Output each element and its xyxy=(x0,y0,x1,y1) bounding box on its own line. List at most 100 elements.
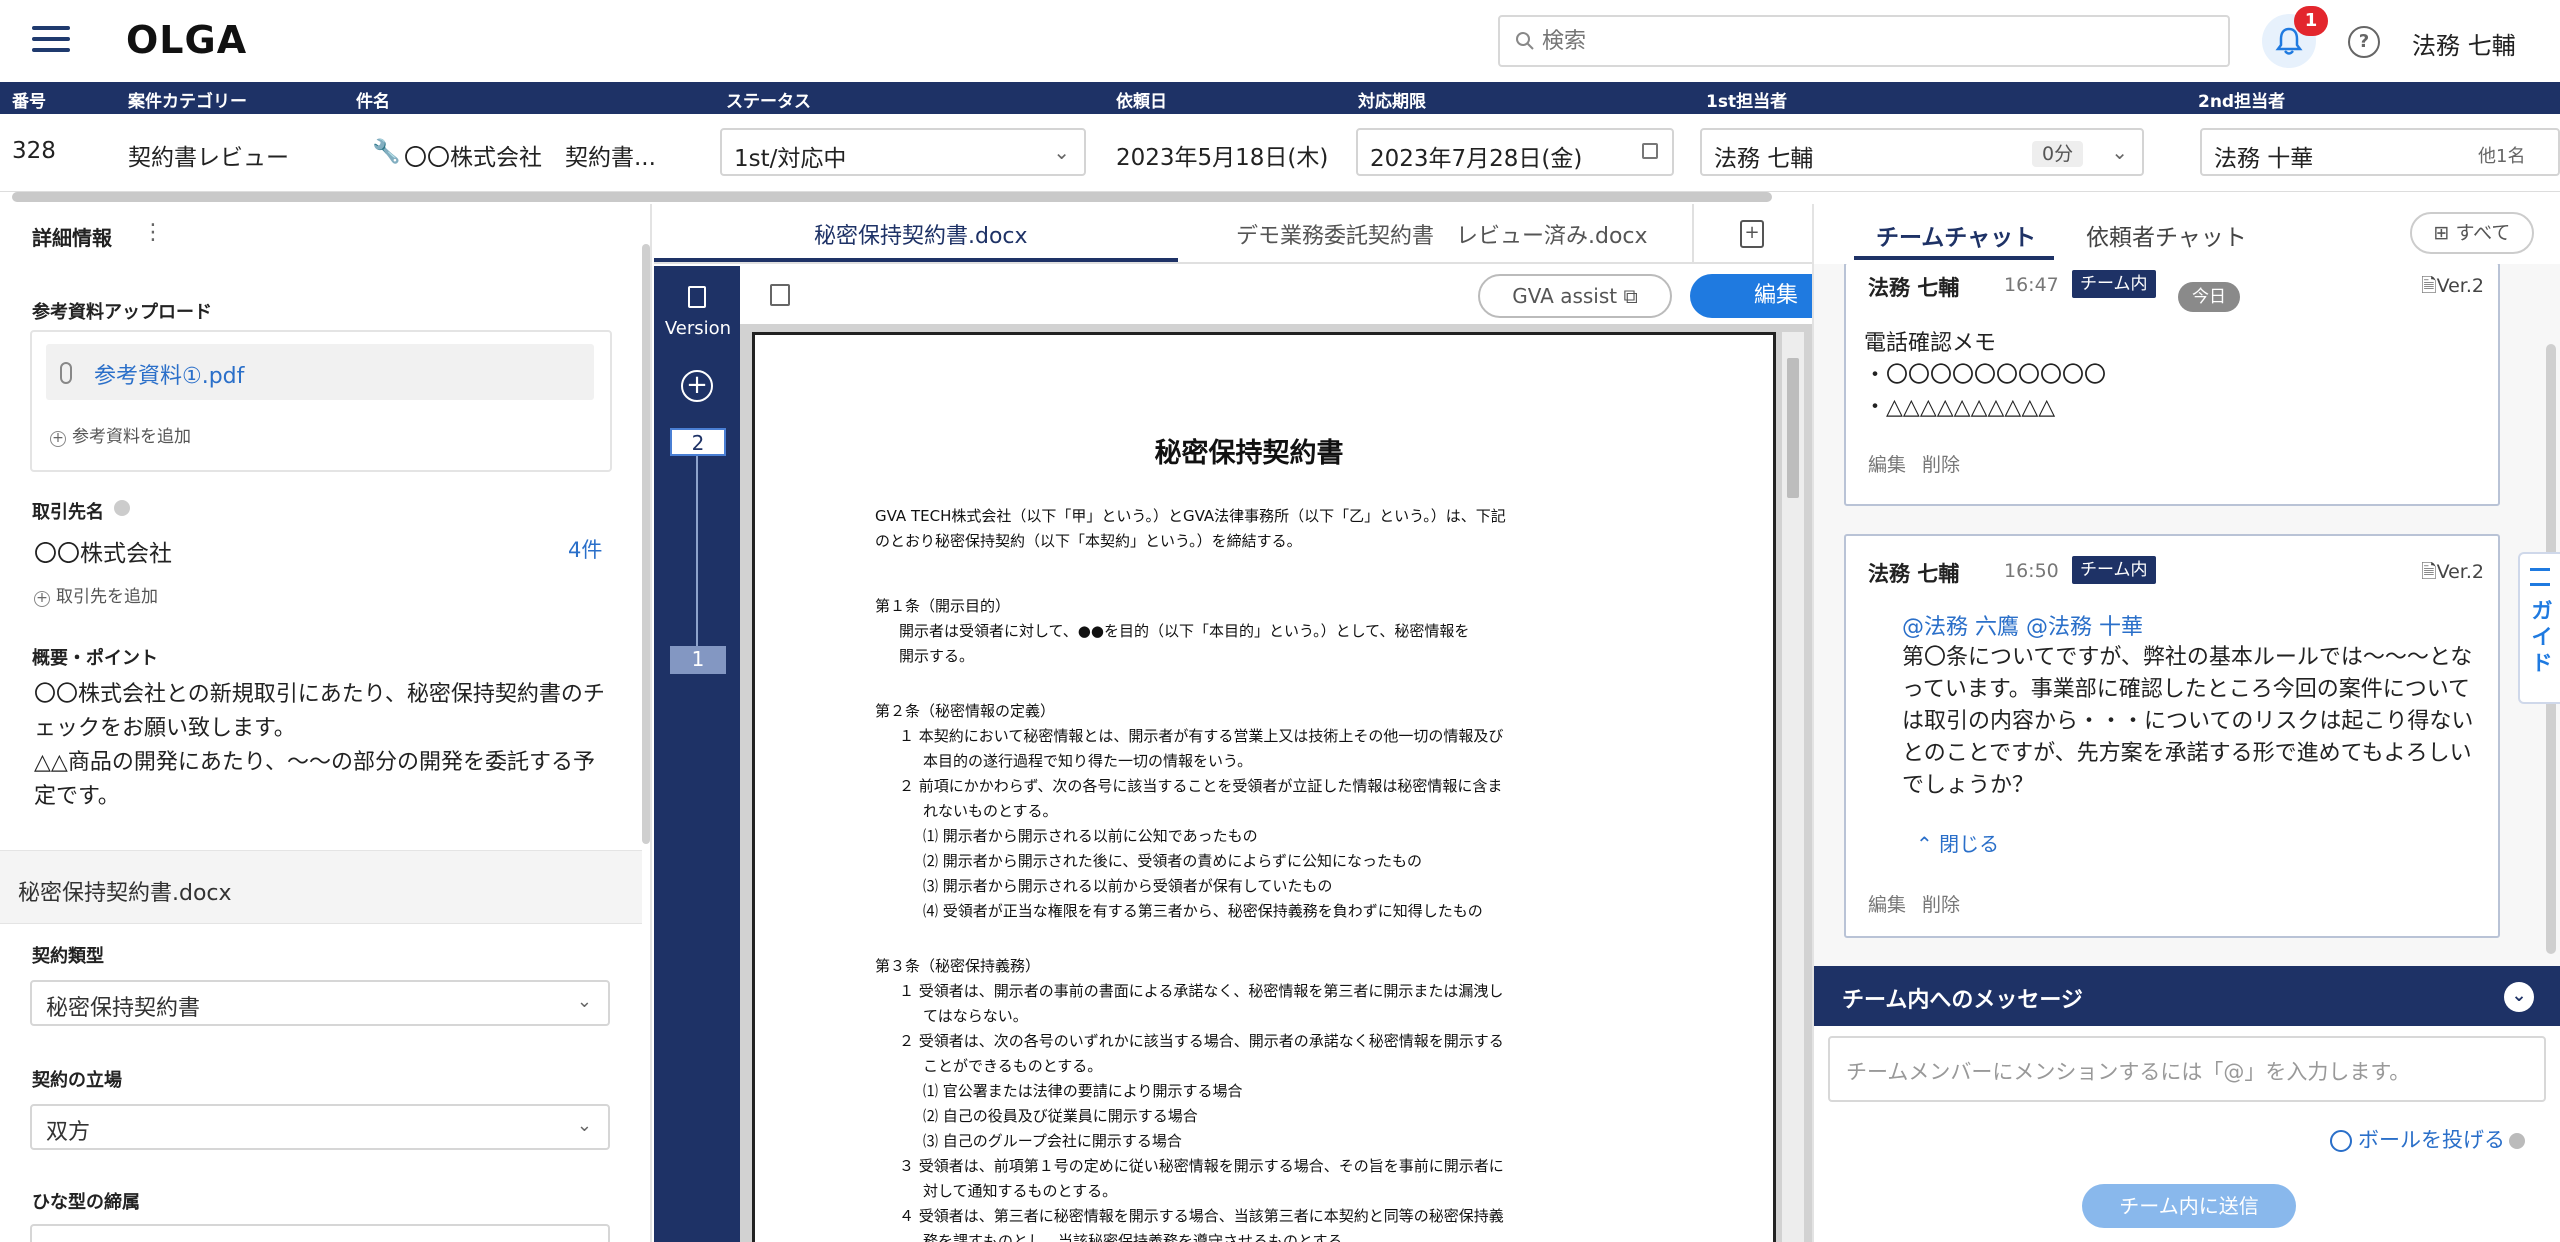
search-input[interactable] xyxy=(1542,25,2202,57)
version-label: Ver.2 xyxy=(2436,561,2484,583)
partner-name: 〇〇株式会社 xyxy=(34,541,172,567)
horizontal-scrollbar[interactable] xyxy=(12,192,1772,202)
file-name-link[interactable]: 参考資料①.pdf xyxy=(94,358,244,390)
edit-message-button[interactable]: 編集 xyxy=(1868,454,1906,476)
chevron-down-icon[interactable]: ⌄ xyxy=(2504,982,2534,1012)
add-partner-label: 取引先を追加 xyxy=(56,587,158,607)
summary-title: 概要・ポイント xyxy=(32,648,158,669)
mention-text[interactable]: @法務 六鷹 @法務 十華 xyxy=(1902,612,2482,644)
hamburger-menu-icon[interactable] xyxy=(32,26,70,56)
collapse-label: 閉じる xyxy=(1939,832,2000,856)
version-rail: Version + 2 1 xyxy=(654,266,740,1242)
user-name[interactable]: 法務 七輔 xyxy=(2412,26,2516,61)
doc-line: １ 受領者は、開示者の事前の書面による承諾なく、秘密情報を第三者に開示または漏洩… xyxy=(899,982,1504,1000)
compose-header[interactable]: チーム内へのメッセージ ⌄ xyxy=(1814,966,2560,1026)
status-value: 1st/対応中 xyxy=(734,146,847,172)
version-item-1[interactable]: 1 xyxy=(670,646,726,674)
col-subject[interactable]: 件名 xyxy=(356,87,390,112)
collapse-link[interactable]: ⌃ 閉じる xyxy=(1916,828,1999,857)
first-assignee-select[interactable]: 法務 七輔 0分 ⌄ xyxy=(1700,128,2144,176)
active-chat-tab-indicator xyxy=(1854,256,2054,260)
col-deadline[interactable]: 対応期限 xyxy=(1358,87,1426,112)
col-category[interactable]: 案件カテゴリー xyxy=(128,87,247,112)
chat-panel: チームチャット 依頼者チャット ⊞ すべて 法務 七輔 16:47 チーム内 今… xyxy=(1812,204,2560,1242)
doc-line: １ 本契約において秘密情報とは、開示者が有する営業上又は技術上その他一切の情報及… xyxy=(899,727,1504,745)
message-input[interactable]: チームメンバーにメンションするには「@」を入力します。 xyxy=(1828,1036,2546,1102)
position-select[interactable]: 双方 ⌄ xyxy=(30,1104,610,1150)
send-team-button[interactable]: チーム内に送信 xyxy=(2082,1184,2296,1228)
gva-assist-label: GVA assist xyxy=(1512,284,1618,308)
add-partner-link[interactable]: + 取引先を追加 xyxy=(34,582,158,607)
doc-line: のとおり秘密保持契約（以下「本契約」という。）を締結する。 xyxy=(875,532,1302,550)
col-number[interactable]: 番号 xyxy=(12,87,46,112)
summary-text: 〇〇株式会社との新規取引にあたり、秘密保持契約書のチェックをお願い致します。 △… xyxy=(34,682,605,809)
version-link[interactable]: 🗎Ver.2 xyxy=(2421,558,2484,590)
grid-icon: ⊞ xyxy=(2433,222,2450,244)
first-time-pill[interactable]: 0分 xyxy=(2032,141,2084,167)
col-first-assignee[interactable]: 1st担当者 xyxy=(1706,87,1787,112)
case-subject[interactable]: 〇〇株式会社 契約書... xyxy=(404,138,656,172)
doc-line: 務を課すものとし、当該秘密保持義務を遵守させるものとする。 xyxy=(923,1232,1358,1242)
details-scrollbar[interactable] xyxy=(642,244,650,844)
version-timeline-line xyxy=(696,442,698,660)
notification-count-badge: 1 xyxy=(2294,6,2328,36)
message-line: ・△△△△△△△△△△ xyxy=(1864,395,2056,420)
contract-type-select[interactable]: 秘密保持契約書 ⌄ xyxy=(30,980,610,1026)
position-label: 契約の立場 xyxy=(32,1070,122,1091)
deadline-date-picker[interactable]: 2023年7月28日(金) xyxy=(1356,128,1674,176)
tab-document-2[interactable]: デモ業務委託契約書 レビュー済み.docx xyxy=(1236,218,1648,250)
search-box[interactable] xyxy=(1498,15,2230,67)
doc-line: ことができるものとする。 xyxy=(923,1057,1103,1075)
throw-ball-label: ボールを投げる xyxy=(2358,1128,2505,1152)
col-request-date[interactable]: 依頼日 xyxy=(1116,87,1167,112)
tab-client-chat[interactable]: 依頼者チャット xyxy=(2086,218,2247,252)
document-area: 秘密保持契約書 GVA TECH株式会社（以下「甲」という。）とGVA法律事務所… xyxy=(740,324,1812,1242)
info-icon[interactable] xyxy=(2509,1133,2525,1149)
first-assignee-value: 法務 七輔 xyxy=(1714,146,1814,172)
upload-title: 参考資料アップロード xyxy=(32,302,212,323)
tab-team-chat[interactable]: チームチャット xyxy=(1876,218,2036,252)
second-assignee-select[interactable]: 法務 十華 他1名 xyxy=(2200,128,2560,176)
scrollbar-thumb[interactable] xyxy=(1787,358,1799,498)
edit-message-button[interactable]: 編集 xyxy=(1868,894,1906,916)
file-item[interactable]: 参考資料①.pdf xyxy=(46,344,594,400)
guide-tab[interactable]: ガイド xyxy=(2518,552,2560,704)
doc-section-bar[interactable]: 秘密保持契約書.docx xyxy=(0,850,642,924)
delete-message-button[interactable]: 削除 xyxy=(1922,894,1960,916)
list-icon xyxy=(2530,568,2550,586)
message-actions: 編集 削除 xyxy=(1868,450,1976,477)
version-label: Version xyxy=(664,318,732,339)
document-scrollbar[interactable] xyxy=(1782,332,1804,1242)
document-viewer: 秘密保持契約書.docx デモ業務委託契約書 レビュー済み.docx + Ver… xyxy=(654,204,1862,1242)
new-document-button[interactable]: + xyxy=(1692,204,1812,264)
doc-article-heading: 第２条（秘密情報の定義） xyxy=(875,702,1056,720)
case-row[interactable]: 328 契約書レビュー 🔧 〇〇株式会社 契約書... 1st/対応中 ⌄ 20… xyxy=(0,114,2560,192)
add-file-link[interactable]: + 参考資料を追加 xyxy=(50,422,191,447)
col-second-assignee[interactable]: 2nd担当者 xyxy=(2198,87,2285,112)
throw-ball-link[interactable]: ボールを投げる xyxy=(2330,1124,2525,1154)
add-version-icon[interactable]: + xyxy=(681,370,713,402)
tab-document-1[interactable]: 秘密保持契約書.docx xyxy=(814,218,1028,250)
info-icon[interactable] xyxy=(114,500,130,516)
partner-count-link[interactable]: 4件 xyxy=(568,534,602,564)
status-select[interactable]: 1st/対応中 ⌄ xyxy=(720,128,1086,176)
show-all-button[interactable]: ⊞ すべて xyxy=(2410,212,2534,254)
version-link[interactable]: 🗎Ver.2 xyxy=(2421,272,2484,304)
version-item-2[interactable]: 2 xyxy=(670,428,726,456)
case-category: 契約書レビュー xyxy=(128,145,289,171)
col-status[interactable]: ステータス xyxy=(726,87,811,112)
help-icon[interactable]: ? xyxy=(2348,26,2380,58)
delete-message-button[interactable]: 削除 xyxy=(1922,454,1960,476)
more-vertical-icon[interactable]: ⋮ xyxy=(142,220,164,245)
message-text: 第〇条についてですが、弊社の基本ルールでは〜〜〜となっています。事業部に確認した… xyxy=(1902,645,2474,798)
contract-type-value: 秘密保持契約書 xyxy=(46,996,201,1021)
add-file-label: 参考資料を追加 xyxy=(72,427,191,447)
document-page[interactable]: 秘密保持契約書 GVA TECH株式会社（以下「甲」という。）とGVA法律事務所… xyxy=(752,332,1776,1242)
template-select[interactable] xyxy=(30,1224,610,1242)
doc-line: GVA TECH株式会社（以下「甲」という。）とGVA法律事務所（以下「乙」とい… xyxy=(875,507,1506,525)
sidebar-toggle-icon[interactable] xyxy=(770,284,790,306)
partner-title: 取引先名 xyxy=(32,502,104,523)
ball-icon xyxy=(2330,1130,2352,1152)
gva-assist-button[interactable]: GVA assist ⧉ xyxy=(1478,274,1672,318)
calendar-icon xyxy=(1642,143,1658,159)
